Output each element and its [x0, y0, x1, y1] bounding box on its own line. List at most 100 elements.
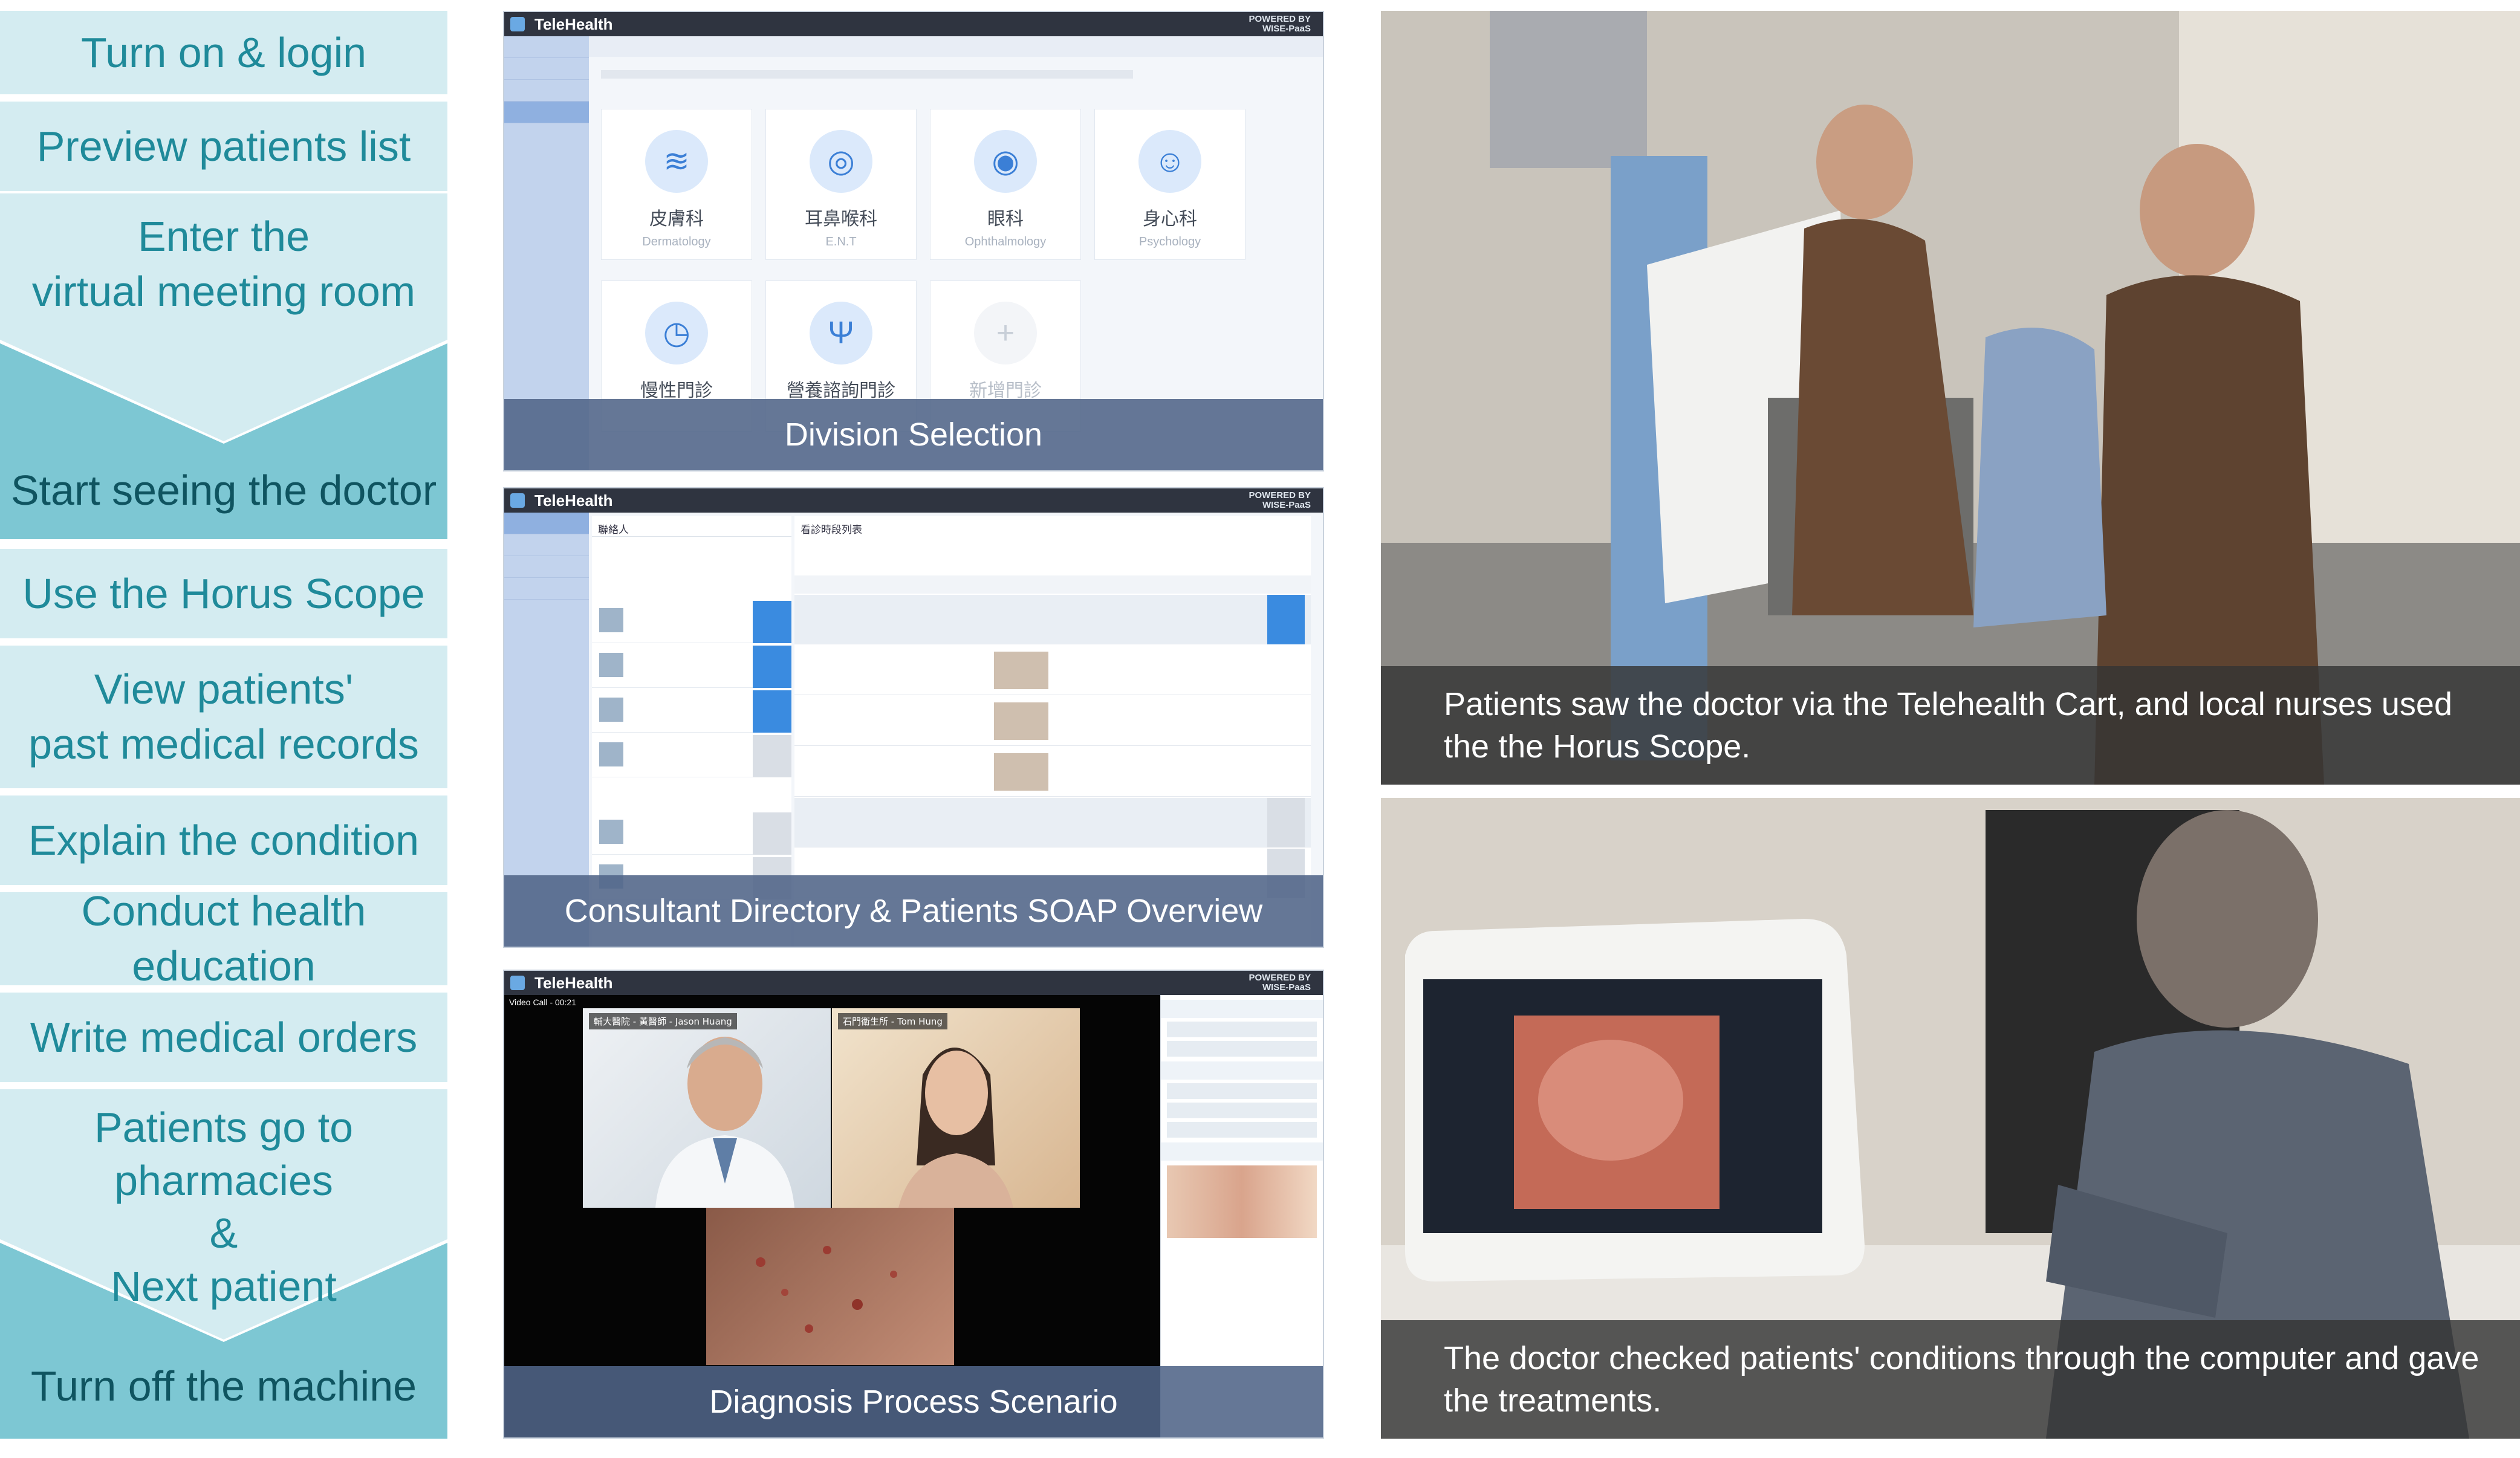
head-icon: ☺ — [1138, 130, 1201, 193]
doctor-figure — [655, 1037, 794, 1208]
step-explain-condition: Explain the condition — [0, 795, 447, 885]
contact-row[interactable] — [592, 601, 791, 643]
call-button[interactable] — [1267, 798, 1305, 847]
photo-caption: Patients saw the doctor via the Teleheal… — [1381, 666, 2520, 785]
step-label: Turn on & login — [80, 28, 367, 76]
step-horus-scope: Use the Horus Scope — [0, 549, 447, 638]
soap-row[interactable] — [794, 595, 1311, 644]
patient-photo — [994, 753, 1048, 791]
call-button[interactable] — [753, 646, 791, 688]
contact-row[interactable] — [592, 812, 791, 855]
avatar — [599, 820, 623, 844]
powered-by-label: POWERED BY — [1249, 973, 1311, 983]
telehealth-workflow-figure: Turn on & login Preview patients list En… — [0, 0, 2520, 1458]
step-medical-orders: Write medical orders — [0, 993, 447, 1082]
soap-row[interactable] — [794, 646, 1311, 695]
app-name: TeleHealth — [534, 15, 613, 33]
app-logo-icon — [510, 17, 525, 31]
sidebar-item[interactable] — [504, 80, 589, 102]
sidebar-item-division[interactable] — [504, 102, 589, 123]
record-line[interactable] — [1167, 1041, 1317, 1057]
powered-by-label: POWERED BY — [1249, 14, 1311, 24]
division-card-ent[interactable]: ◎ 耳鼻喉科 E.N.T — [765, 109, 917, 260]
division-en: Ophthalmology — [964, 235, 1047, 248]
soap-row[interactable] — [794, 696, 1311, 746]
division-name: 皮膚科 — [649, 209, 704, 230]
skin-scope-video — [706, 1208, 954, 1365]
avatar — [599, 653, 623, 677]
division-card-dermatology[interactable]: ≋ 皮膚科 Dermatology — [601, 109, 752, 260]
clock-icon: ◷ — [645, 302, 708, 364]
call-button[interactable] — [1267, 595, 1305, 644]
app-titlebar: TeleHealth POWERED BY WISE-PaaS — [504, 488, 1323, 513]
doctor-video: 輔大醫院 - 黃醫師 - Jason Huang — [583, 1008, 831, 1208]
telehealth-cart-photo: Patients saw the doctor via the Teleheal… — [1381, 11, 2520, 785]
call-button[interactable] — [753, 735, 791, 777]
eye-icon: ◉ — [974, 130, 1037, 193]
image-thumbnails[interactable] — [1167, 1165, 1317, 1238]
division-card-psychology[interactable]: ☺ 身心科 Psychology — [1094, 109, 1245, 260]
contact-row[interactable] — [592, 735, 791, 777]
patient-video: 石門衛生所 - Tom Hung — [832, 1008, 1080, 1208]
sidebar-item[interactable] — [504, 513, 589, 534]
division-name: 新增門診 — [969, 380, 1042, 401]
record-line[interactable] — [1167, 1103, 1317, 1118]
call-button[interactable] — [753, 601, 791, 643]
app-logo-icon — [510, 493, 525, 508]
app-name: TeleHealth — [534, 491, 613, 510]
step-view-records: View patients' past medical records — [0, 646, 447, 788]
cutlery-icon: Ψ — [810, 302, 872, 364]
division-card-ophthalmology[interactable]: ◉ 眼科 Ophthalmology — [930, 109, 1081, 260]
plus-icon: + — [974, 302, 1037, 364]
division-name: 營養諮詢門診 — [787, 380, 895, 401]
call-button[interactable] — [753, 690, 791, 733]
page-header — [589, 36, 1323, 57]
record-line[interactable] — [1167, 1122, 1317, 1138]
contact-row[interactable] — [592, 690, 791, 733]
platform-name: WISE-PaaS — [1262, 982, 1311, 993]
app-titlebar: TeleHealth POWERED BY WISE-PaaS — [504, 971, 1323, 995]
step-preview-patients: Preview patients list — [0, 102, 447, 191]
step-label: Explain the condition — [28, 816, 419, 864]
sidebar-item[interactable] — [504, 534, 589, 556]
skin-closeup — [756, 1246, 897, 1333]
soap-table-header — [794, 575, 1311, 594]
soap-row[interactable] — [794, 747, 1311, 797]
welcome-text — [601, 70, 1133, 79]
sidebar-item[interactable] — [504, 58, 589, 80]
section-header — [1161, 1061, 1323, 1080]
step-label: Use the Horus Scope — [22, 569, 425, 617]
division-name: 耳鼻喉科 — [805, 209, 877, 230]
call-button[interactable] — [753, 812, 791, 855]
record-line[interactable] — [1167, 1022, 1317, 1037]
avatar — [599, 742, 623, 766]
powered-by: POWERED BY WISE-PaaS — [1249, 973, 1311, 993]
app-titlebar: TeleHealth POWERED BY WISE-PaaS — [504, 12, 1323, 36]
step-label: View patients' past medical records — [28, 666, 419, 768]
step-start-seeing-doctor: Start seeing the doctor — [10, 467, 437, 514]
division-en: Psychology — [1138, 235, 1201, 248]
platform-name: WISE-PaaS — [1262, 500, 1311, 510]
step-label: Write medical orders — [30, 1013, 418, 1061]
skin-icon: ≋ — [645, 130, 708, 193]
sidebar-item[interactable] — [504, 578, 589, 600]
avatar — [599, 698, 623, 722]
soap-row[interactable] — [794, 798, 1311, 847]
panel-caption: Division Selection — [504, 399, 1323, 470]
step-health-education: Conduct health education — [0, 887, 447, 990]
division-selection-panel: TeleHealth POWERED BY WISE-PaaS ≋ 皮膚科 Der… — [503, 11, 1324, 471]
photo-caption: The doctor checked patients' conditions … — [1381, 1320, 2520, 1439]
sidebar-item[interactable] — [504, 556, 589, 578]
record-line[interactable] — [1167, 1083, 1317, 1099]
contact-row[interactable] — [592, 646, 791, 688]
division-name: 眼科 — [987, 209, 1024, 230]
patient-figure — [898, 1048, 1013, 1208]
sidebar-item[interactable] — [504, 36, 589, 58]
step-pharmacies-next: Patients go to pharmacies & Next patient — [94, 1104, 354, 1310]
diagnosis-panel: TeleHealth POWERED BY WISE-PaaS Video Cal… — [503, 970, 1324, 1439]
doctor-computer-photo: The doctor checked patients' conditions … — [1381, 798, 2520, 1439]
app-logo-icon — [510, 976, 525, 990]
contact-list-title: 聯絡人 — [592, 516, 791, 537]
platform-name: WISE-PaaS — [1262, 24, 1311, 34]
step-label: Conduct health education — [81, 887, 366, 990]
